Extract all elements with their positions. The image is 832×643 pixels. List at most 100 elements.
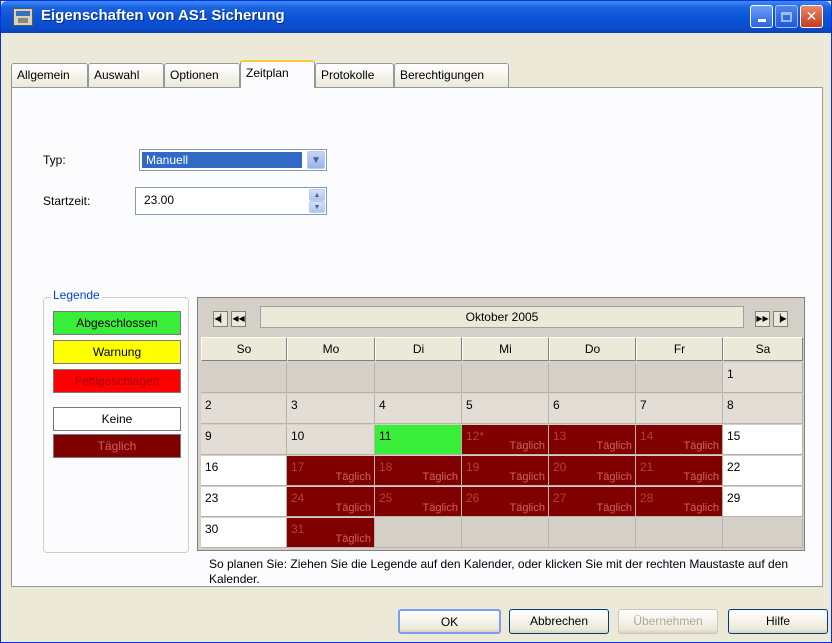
day-header-mo: Mo: [287, 337, 375, 361]
calendar-day-cell[interactable]: 4: [375, 394, 462, 424]
prev-year-icon[interactable]: ◀◀: [231, 311, 246, 327]
maximize-button[interactable]: [775, 5, 798, 28]
spin-up-icon[interactable]: ▲: [309, 189, 325, 201]
schedule-label: Täglich: [335, 502, 371, 514]
title-bar[interactable]: Eigenschaften von AS1 Sicherung ✕: [1, 1, 831, 33]
chevron-down-icon[interactable]: ▼: [307, 151, 325, 169]
calendar-day-number: 28: [640, 491, 654, 505]
calendar-day-cell[interactable]: 28 Täglich: [636, 487, 723, 517]
calendar-day-number: 5: [466, 398, 473, 412]
calendar-day-cell[interactable]: 29: [723, 487, 803, 517]
spin-down-icon[interactable]: ▼: [309, 201, 325, 213]
calendar-day-cell[interactable]: 11: [375, 425, 462, 455]
calendar-day-number: 16: [205, 460, 219, 474]
tab-optionen[interactable]: Optionen: [164, 63, 240, 87]
schedule-label: Täglich: [509, 471, 545, 483]
calendar-day-cell[interactable]: 8: [723, 394, 803, 424]
start-time-label: Startzeit:: [43, 194, 91, 208]
calendar-day-cell[interactable]: 10: [287, 425, 375, 455]
calendar-day-number: 31: [291, 522, 305, 536]
day-header-so: So: [201, 337, 287, 361]
calendar-day-cell[interactable]: 30: [201, 518, 287, 548]
type-select-value: Manuell: [142, 152, 302, 168]
calendar-day-cell[interactable]: 19 Täglich: [462, 456, 549, 486]
schedule-label: Täglich: [422, 471, 458, 483]
calendar-day-number: 13: [553, 429, 567, 443]
backup-app-icon: [13, 8, 33, 26]
calendar-day-cell[interactable]: 1: [723, 363, 803, 393]
apply-button[interactable]: Übernehmen: [618, 609, 718, 634]
day-header-mi: Mi: [462, 337, 549, 361]
calendar-day-cell[interactable]: 9: [201, 425, 287, 455]
day-header-sa: Sa: [723, 337, 803, 361]
calendar-day-cell[interactable]: 18 Täglich: [375, 456, 462, 486]
calendar-day-cell[interactable]: 12* Täglich: [462, 425, 549, 455]
calendar-day-cell[interactable]: 27 Täglich: [549, 487, 636, 517]
calendar-day-cell[interactable]: 23: [201, 487, 287, 517]
calendar-day-number: 11: [379, 429, 392, 443]
calendar-month-label: Oktober 2005: [260, 306, 744, 328]
type-select[interactable]: Manuell ▼: [139, 149, 327, 171]
schedule-label: Täglich: [683, 440, 719, 452]
tab-berechtigungen[interactable]: Berechtigungen: [394, 63, 509, 87]
calendar-day-number: 14: [640, 429, 654, 443]
calendar-empty-cell: [723, 518, 803, 548]
calendar-day-number: 27: [553, 491, 567, 505]
calendar-day-cell[interactable]: 21 Täglich: [636, 456, 723, 486]
ok-button[interactable]: OK: [398, 609, 501, 634]
calendar-day-cell[interactable]: 15: [723, 425, 803, 455]
calendar-day-cell[interactable]: 14 Täglich: [636, 425, 723, 455]
close-icon: ✕: [805, 8, 818, 24]
cancel-button[interactable]: Abbrechen: [509, 609, 609, 634]
calendar-empty-cell: [549, 363, 636, 393]
calendar-day-cell[interactable]: 7: [636, 394, 723, 424]
start-time-spinner[interactable]: 23.00 ▲ ▼: [135, 187, 327, 215]
calendar-empty-cell: [636, 518, 723, 548]
tab-protokolle[interactable]: Protokolle: [315, 63, 394, 87]
calendar-day-number: 15: [727, 429, 741, 443]
close-button[interactable]: ✕: [800, 5, 823, 28]
legend-daily[interactable]: Täglich: [53, 434, 181, 458]
help-button[interactable]: Hilfe: [728, 609, 828, 634]
prev-month-icon[interactable]: ◀▏: [213, 311, 228, 327]
tab-auswahl[interactable]: Auswahl: [88, 63, 164, 87]
calendar-day-cell[interactable]: 13 Täglich: [549, 425, 636, 455]
calendar-day-cell[interactable]: 2: [201, 394, 287, 424]
next-month-icon[interactable]: ▕▶: [773, 311, 788, 327]
calendar-day-cell[interactable]: 26 Täglich: [462, 487, 549, 517]
schedule-label: Täglich: [596, 471, 632, 483]
calendar-day-number: 6: [553, 398, 560, 412]
calendar-empty-cell: [375, 363, 462, 393]
calendar-day-cell[interactable]: 25 Täglich: [375, 487, 462, 517]
legend-none[interactable]: Keine: [53, 407, 181, 431]
day-header-di: Di: [375, 337, 462, 361]
window-title: Eigenschaften von AS1 Sicherung: [41, 7, 285, 24]
schedule-label: Täglich: [683, 471, 719, 483]
legend-completed[interactable]: Abgeschlossen: [53, 311, 181, 335]
calendar-day-cell[interactable]: 24 Täglich: [287, 487, 375, 517]
tab-zeitplan[interactable]: Zeitplan: [240, 60, 315, 88]
day-header-fr: Fr: [636, 337, 723, 361]
calendar-day-cell[interactable]: 31 Täglich: [287, 518, 375, 548]
minimize-button[interactable]: [750, 5, 773, 28]
legend-warning[interactable]: Warnung: [53, 340, 181, 364]
tab-allgemein[interactable]: Allgemein: [11, 63, 88, 87]
calendar-day-number: 25: [379, 491, 393, 505]
calendar-day-number: 3: [291, 398, 298, 412]
calendar-day-cell[interactable]: 22: [723, 456, 803, 486]
calendar-day-number: 4: [379, 398, 386, 412]
calendar-day-number: 21: [640, 460, 654, 474]
next-year-icon[interactable]: ▶▶: [755, 311, 770, 327]
calendar-day-cell[interactable]: 6: [549, 394, 636, 424]
calendar-day-cell[interactable]: 3: [287, 394, 375, 424]
calendar-day-cell[interactable]: 16: [201, 456, 287, 486]
calendar-day-cell[interactable]: 17 Täglich: [287, 456, 375, 486]
calendar-day-cell[interactable]: 20 Täglich: [549, 456, 636, 486]
calendar-day-number: 29: [727, 491, 741, 505]
calendar-empty-cell: [287, 363, 375, 393]
calendar-day-cell[interactable]: 5: [462, 394, 549, 424]
legend-failed[interactable]: Fehlgeschlagen: [53, 369, 181, 393]
calendar-day-number: 2: [205, 398, 212, 412]
schedule-label: Täglich: [596, 502, 632, 514]
properties-dialog: Eigenschaften von AS1 Sicherung ✕ Allgem…: [0, 0, 832, 643]
